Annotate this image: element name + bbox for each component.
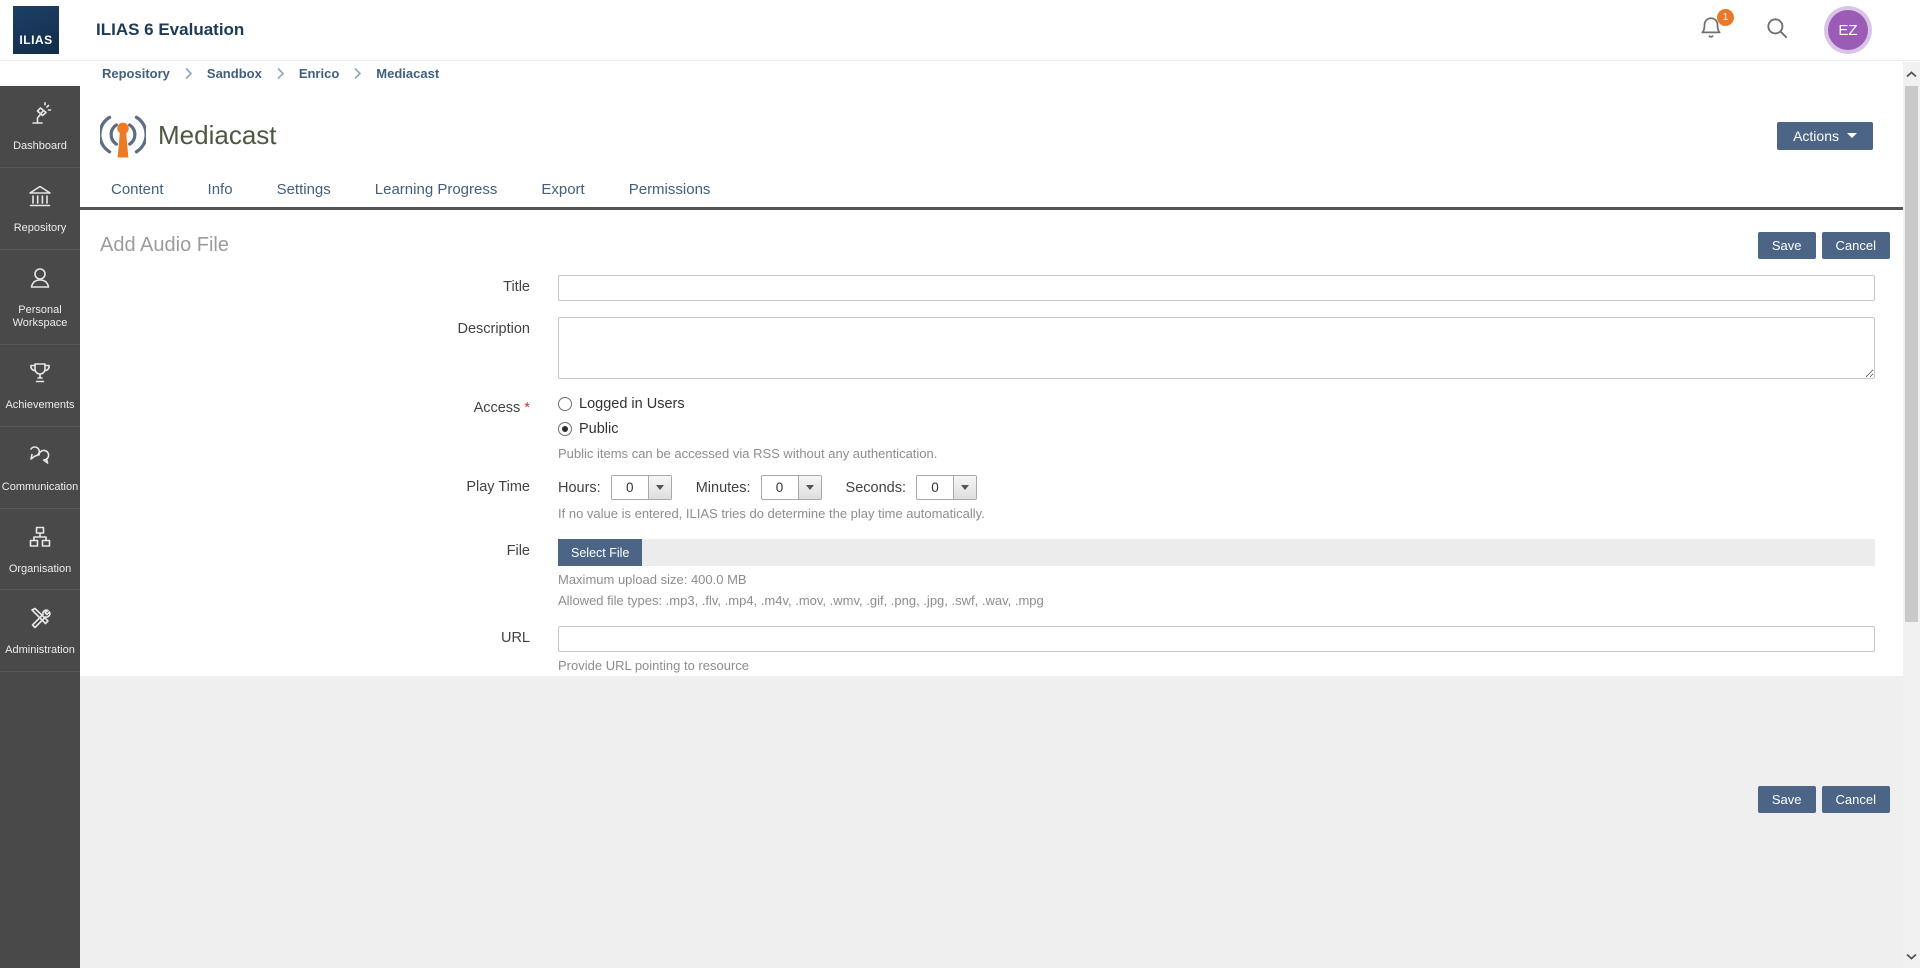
breadcrumb-repository[interactable]: Repository: [102, 66, 170, 81]
sidebar-item-dashboard[interactable]: Dashboard: [0, 86, 80, 168]
tools-icon: [26, 604, 54, 637]
chat-icon: [26, 441, 54, 474]
sidebar-item-label: Dashboard: [13, 140, 67, 154]
title-field-label: Title: [80, 275, 558, 301]
form-heading: Add Audio File: [100, 234, 229, 257]
sidebar-item-communication[interactable]: Communication: [0, 427, 80, 509]
ilias-logo-text: ILIAS: [19, 33, 52, 47]
caret-down-icon: [1847, 133, 1857, 138]
object-tabs: Content Info Settings Learning Progress …: [80, 177, 1920, 210]
radio-label: Public: [579, 421, 619, 437]
sidebar-item-label: Communication: [2, 481, 78, 495]
access-option-logged-in-users[interactable]: Logged in Users: [558, 396, 1875, 412]
file-maxsize-help: Maximum upload size: 400.0 MB: [558, 572, 1875, 587]
access-label-text: Access: [474, 400, 521, 416]
scroll-down-icon[interactable]: [1903, 948, 1920, 964]
page-footer-area: Save Cancel: [80, 676, 1920, 968]
minutes-select[interactable]: 0: [761, 475, 822, 500]
chevron-right-icon: [353, 67, 362, 80]
scroll-up-icon[interactable]: [1903, 66, 1920, 82]
tab-export[interactable]: Export: [532, 177, 593, 207]
search-button[interactable]: [1762, 15, 1792, 45]
hours-label: Hours:: [558, 480, 601, 496]
chevron-right-icon: [276, 67, 285, 80]
chevron-right-icon: [184, 67, 193, 80]
breadcrumb-enrico[interactable]: Enrico: [299, 66, 339, 81]
tab-settings[interactable]: Settings: [268, 177, 340, 207]
chevron-down-icon: [648, 476, 671, 499]
chevron-down-icon: [798, 476, 821, 499]
top-bar: ILIAS ILIAS 6 Evaluation 1 EZ: [0, 0, 1920, 60]
sidebar-item-administration[interactable]: Administration: [0, 590, 80, 672]
file-types-help: Allowed file types: .mp3, .flv, .mp4, .m…: [558, 593, 1875, 608]
sidebar-item-label: Repository: [14, 222, 67, 236]
playtime-help-text: If no value is entered, ILIAS tries do d…: [558, 506, 1875, 521]
breadcrumb: Repository Sandbox Enrico Mediacast: [0, 60, 1920, 86]
sidebar-item-label: Organisation: [9, 563, 71, 577]
main-sidebar: Dashboard Repository Personal Workspace: [0, 86, 80, 968]
select-file-button[interactable]: Select File: [558, 539, 642, 566]
search-icon: [1764, 15, 1790, 46]
bank-icon: [26, 182, 54, 215]
access-field-label: Access *: [80, 396, 558, 461]
topbar-actions: 1 EZ: [1696, 10, 1880, 50]
person-icon: [26, 264, 54, 297]
cancel-button-bottom[interactable]: Cancel: [1822, 786, 1890, 813]
sidebar-item-label: Personal Workspace: [4, 304, 76, 332]
required-marker: *: [524, 400, 530, 416]
page-title: Mediacast: [158, 120, 277, 151]
access-help-text: Public items can be accessed via RSS wit…: [558, 446, 1875, 461]
sidebar-item-personal-workspace[interactable]: Personal Workspace: [0, 250, 80, 346]
save-button-bottom[interactable]: Save: [1758, 786, 1816, 813]
installation-title: ILIAS 6 Evaluation: [96, 20, 244, 40]
url-input[interactable]: [558, 626, 1875, 652]
url-help-text: Provide URL pointing to resource: [558, 658, 1875, 673]
avatar[interactable]: EZ: [1828, 10, 1868, 50]
sidebar-item-repository[interactable]: Repository: [0, 168, 80, 250]
sidebar-item-achievements[interactable]: Achievements: [0, 345, 80, 427]
vertical-scrollbar[interactable]: [1903, 62, 1920, 968]
scrollbar-thumb[interactable]: [1905, 86, 1918, 622]
seconds-value: 0: [917, 476, 953, 499]
cancel-button-top[interactable]: Cancel: [1822, 232, 1890, 259]
seconds-label: Seconds:: [846, 480, 906, 496]
hours-value: 0: [612, 476, 648, 499]
lamp-icon: [26, 100, 54, 133]
chevron-down-icon: [953, 476, 976, 499]
ilias-logo[interactable]: ILIAS: [13, 6, 59, 54]
access-option-public[interactable]: Public: [558, 421, 1875, 437]
tab-info[interactable]: Info: [199, 177, 242, 207]
orgchart-icon: [26, 523, 54, 556]
url-field-label: URL: [80, 626, 558, 673]
description-textarea[interactable]: [558, 317, 1875, 379]
notification-badge: 1: [1717, 9, 1734, 26]
file-field-label: File: [80, 539, 558, 608]
sidebar-item-label: Achievements: [5, 399, 74, 413]
playtime-field-label: Play Time: [80, 475, 558, 521]
trophy-icon: [26, 359, 54, 392]
sidebar-item-label: Administration: [5, 644, 75, 658]
seconds-select[interactable]: 0: [916, 475, 977, 500]
tab-content[interactable]: Content: [102, 177, 173, 207]
title-input[interactable]: [558, 275, 1875, 301]
description-field-label: Description: [80, 317, 558, 384]
save-button-top[interactable]: Save: [1758, 232, 1816, 259]
minutes-label: Minutes:: [696, 480, 751, 496]
actions-button-label: Actions: [1793, 128, 1839, 144]
mediacast-broadcast-icon: [100, 112, 146, 159]
tab-permissions[interactable]: Permissions: [620, 177, 720, 207]
actions-button[interactable]: Actions: [1777, 122, 1873, 150]
tab-learning-progress[interactable]: Learning Progress: [366, 177, 507, 207]
breadcrumb-mediacast[interactable]: Mediacast: [376, 66, 439, 81]
notifications-button[interactable]: 1: [1696, 15, 1726, 45]
sidebar-item-organisation[interactable]: Organisation: [0, 509, 80, 591]
radio-public[interactable]: [558, 422, 572, 436]
minutes-value: 0: [762, 476, 798, 499]
radio-label: Logged in Users: [579, 396, 685, 412]
main-content: Mediacast Actions Content Info Settings …: [80, 86, 1920, 968]
breadcrumb-sandbox[interactable]: Sandbox: [207, 66, 262, 81]
hours-select[interactable]: 0: [611, 475, 672, 500]
radio-logged-in-users[interactable]: [558, 397, 572, 411]
file-upload-bar: Select File: [558, 539, 1875, 566]
